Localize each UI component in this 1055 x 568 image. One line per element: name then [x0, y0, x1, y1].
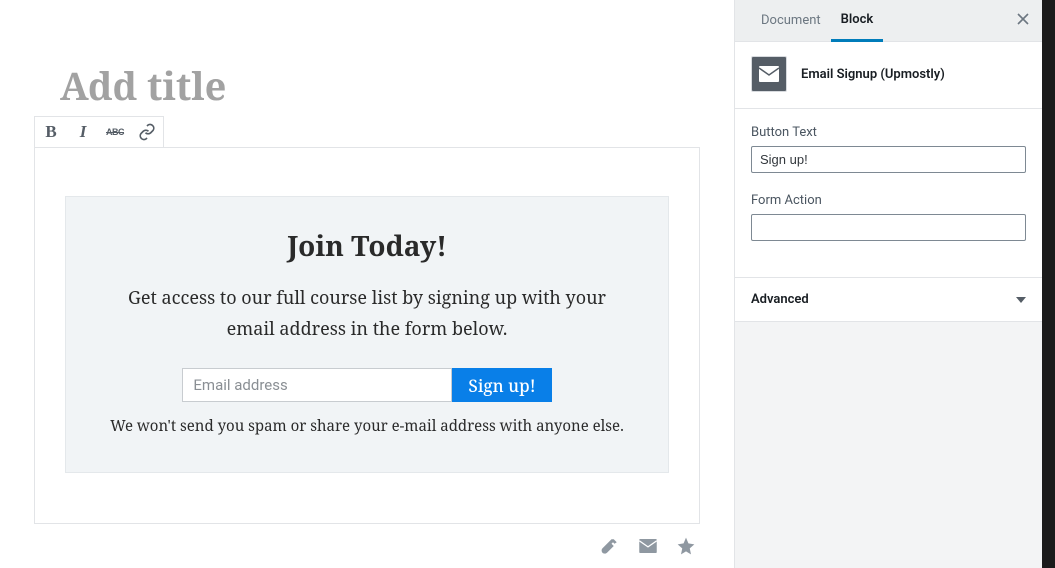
signup-form: Sign up! — [106, 368, 628, 402]
mail-icon[interactable] — [638, 536, 658, 556]
bold-icon: B — [45, 122, 56, 142]
email-field[interactable] — [182, 368, 452, 402]
close-icon — [1016, 12, 1030, 26]
inspector-controls: Button Text Form Action — [735, 109, 1042, 277]
button-text-field: Button Text — [751, 125, 1026, 173]
form-action-label: Form Action — [751, 193, 1026, 208]
signup-heading: Join Today! — [106, 227, 628, 265]
link-icon — [138, 123, 156, 141]
italic-icon: I — [80, 122, 87, 142]
mail-icon — [759, 66, 779, 82]
settings-sidebar: Document Block Email Signup (Upmostly) B… — [734, 0, 1042, 568]
strikethrough-button[interactable]: ABC — [99, 117, 131, 147]
post-title-input[interactable]: Add title — [0, 60, 734, 112]
selected-block[interactable]: Join Today! Get access to our full cours… — [34, 147, 700, 524]
block-card: Email Signup (Upmostly) — [735, 42, 1042, 109]
chevron-down-icon — [1016, 297, 1026, 303]
format-toolbar: B I ABC — [34, 116, 164, 148]
signup-note: We won't send you spam or share your e-m… — [106, 416, 628, 436]
close-sidebar-button[interactable] — [1016, 11, 1030, 31]
form-action-input[interactable] — [751, 214, 1026, 241]
window-edge — [1042, 0, 1055, 568]
signup-button[interactable]: Sign up! — [452, 368, 551, 402]
star-icon[interactable] — [676, 536, 696, 556]
tab-block[interactable]: Block — [831, 1, 884, 42]
email-signup-block: Join Today! Get access to our full cours… — [65, 196, 669, 473]
bold-button[interactable]: B — [35, 117, 67, 147]
sidebar-empty-area — [735, 322, 1042, 568]
editor-canvas: Add title B I ABC Join Today! Get access… — [0, 0, 734, 568]
block-inserter-icons — [600, 536, 696, 556]
tab-document[interactable]: Document — [751, 0, 831, 41]
signup-subtext: Get access to our full course list by si… — [106, 283, 628, 344]
carrot-icon[interactable] — [600, 536, 620, 556]
button-text-input[interactable] — [751, 146, 1026, 173]
strikethrough-icon: ABC — [106, 127, 124, 137]
advanced-label: Advanced — [751, 292, 809, 307]
link-button[interactable] — [131, 117, 163, 147]
button-text-label: Button Text — [751, 125, 1026, 140]
block-icon — [751, 56, 787, 92]
block-title: Email Signup (Upmostly) — [801, 67, 945, 82]
sidebar-tabs: Document Block — [735, 0, 1042, 42]
advanced-panel-toggle[interactable]: Advanced — [735, 277, 1042, 322]
form-action-field: Form Action — [751, 193, 1026, 241]
italic-button[interactable]: I — [67, 117, 99, 147]
